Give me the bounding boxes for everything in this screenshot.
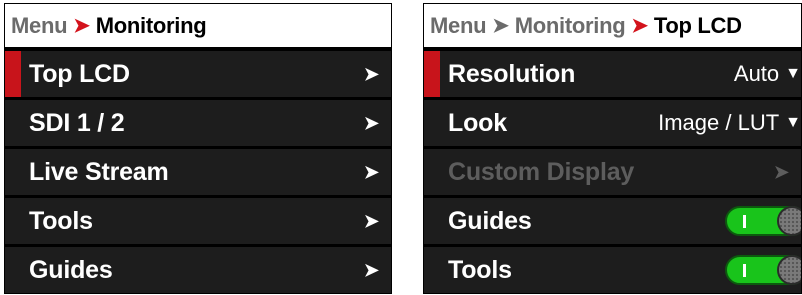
- dropdown-value: Auto: [733, 61, 780, 86]
- setting-label: Guides: [448, 206, 532, 235]
- chevron-down-icon: ▼: [785, 114, 801, 131]
- breadcrumb-middle[interactable]: Monitoring: [515, 13, 626, 39]
- look-dropdown[interactable]: Image / LUT ▼: [658, 110, 801, 136]
- setting-label: Resolution: [448, 59, 576, 88]
- menu-item-guides[interactable]: Guides ➤: [5, 247, 391, 293]
- menu-item-live-stream[interactable]: Live Stream ➤: [5, 149, 391, 198]
- setting-tools[interactable]: Tools: [424, 247, 801, 293]
- toggle-knob: [777, 206, 801, 236]
- chevron-right-icon: ➤: [363, 210, 379, 231]
- menu-item-label: Guides: [29, 255, 113, 284]
- setting-custom-display: Custom Display ➤: [424, 149, 801, 198]
- guides-toggle[interactable]: [725, 206, 801, 236]
- selection-indicator: [424, 51, 440, 97]
- breadcrumb-separator-icon: ➤: [492, 15, 509, 37]
- setting-resolution[interactable]: Resolution Auto ▼: [424, 51, 801, 100]
- menu-item-label: Live Stream: [29, 157, 169, 186]
- chevron-right-icon: ➤: [363, 259, 379, 280]
- selection-indicator: [5, 51, 21, 97]
- breadcrumb-current: Top LCD: [653, 12, 742, 38]
- chevron-right-icon: ➤: [363, 112, 379, 133]
- setting-guides[interactable]: Guides: [424, 198, 801, 247]
- breadcrumb-separator-icon: ➤: [631, 15, 648, 37]
- resolution-dropdown[interactable]: Auto ▼: [734, 61, 801, 87]
- setting-label: Custom Display: [448, 157, 635, 186]
- chevron-right-icon: ➤: [363, 63, 379, 84]
- breadcrumb-separator-icon: ➤: [73, 15, 90, 37]
- chevron-right-icon: ➤: [773, 161, 789, 182]
- top-lcd-settings-panel: Menu ➤ Monitoring ➤ Top LCD Resolution A…: [423, 3, 802, 294]
- menu-item-sdi-1-2[interactable]: SDI 1 / 2 ➤: [5, 100, 391, 149]
- chevron-down-icon: ▼: [785, 65, 801, 82]
- toggle-on-indicator: [743, 264, 746, 277]
- menu-item-tools[interactable]: Tools ➤: [5, 198, 391, 247]
- setting-label: Look: [448, 108, 507, 137]
- tools-toggle[interactable]: [725, 255, 801, 285]
- dropdown-value: Image / LUT: [658, 110, 780, 135]
- breadcrumb-current: Monitoring: [95, 12, 207, 38]
- setting-label: Tools: [448, 255, 512, 284]
- monitoring-menu-panel: Menu ➤ Monitoring Top LCD ➤ SDI 1 / 2 ➤ …: [4, 3, 392, 294]
- menu-item-label: Tools: [29, 206, 93, 235]
- menu-item-top-lcd[interactable]: Top LCD ➤: [5, 51, 391, 100]
- menu-item-label: SDI 1 / 2: [29, 108, 125, 137]
- menu-list: Top LCD ➤ SDI 1 / 2 ➤ Live Stream ➤ Tool…: [5, 51, 391, 293]
- breadcrumb-root[interactable]: Menu: [430, 13, 487, 39]
- breadcrumb-root[interactable]: Menu: [11, 13, 68, 39]
- setting-look[interactable]: Look Image / LUT ▼: [424, 100, 801, 149]
- chevron-right-icon: ➤: [363, 161, 379, 182]
- menu-item-label: Top LCD: [29, 59, 130, 88]
- toggle-knob: [777, 255, 801, 285]
- breadcrumb: Menu ➤ Monitoring ➤ Top LCD: [424, 4, 801, 49]
- toggle-on-indicator: [743, 215, 746, 228]
- breadcrumb: Menu ➤ Monitoring: [5, 4, 391, 49]
- settings-list: Resolution Auto ▼ Look Image / LUT ▼ Cus…: [424, 51, 801, 293]
